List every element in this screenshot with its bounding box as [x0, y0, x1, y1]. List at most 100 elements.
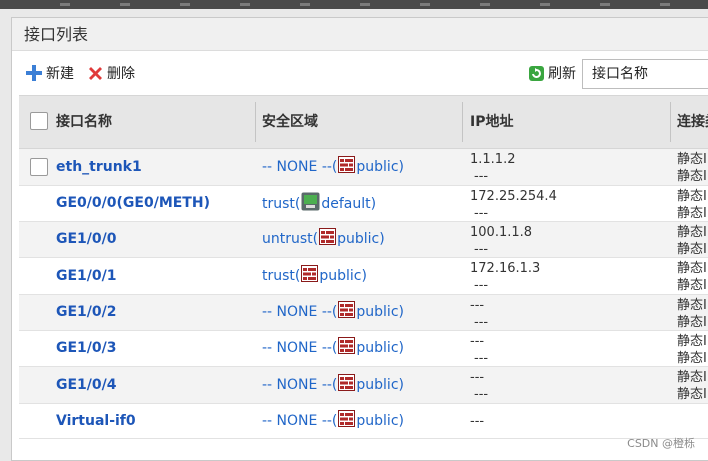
conn-line-2: 静态IP: [677, 169, 708, 184]
ip-address: 172.16.1.3 ---: [470, 260, 540, 294]
zone-name: public): [356, 303, 404, 320]
zone-prefix: -- NONE --(: [262, 303, 338, 320]
interface-list-panel: 接口列表 新建 删除 刷新 接口名称 接口名称 安全区域 IP地址 连接 eth…: [11, 17, 708, 461]
refresh-button[interactable]: 刷新: [528, 63, 576, 83]
zone-prefix: -- NONE --(: [262, 158, 338, 175]
connection-type: 静态IP 静态IP: [677, 260, 708, 294]
zone-name: public): [337, 230, 385, 247]
security-zone[interactable]: -- NONE --( public): [262, 301, 404, 322]
conn-line-2: 静态IP: [677, 278, 708, 293]
watermark: CSDN @橙栎: [627, 437, 695, 450]
table-row[interactable]: GE1/0/0untrust( public)100.1.1.8---静态IP静…: [19, 222, 708, 258]
security-zone[interactable]: -- NONE --( public): [262, 410, 404, 431]
security-zone[interactable]: untrust( public): [262, 228, 385, 249]
zone-prefix: -- NONE --(: [262, 412, 338, 429]
conn-line-1: 静态IP: [677, 225, 708, 240]
header-ip-address[interactable]: IP地址: [470, 96, 513, 148]
security-zone[interactable]: -- NONE --( public): [262, 374, 404, 395]
zone-name: public): [356, 412, 404, 429]
zone-prefix: -- NONE --(: [262, 339, 338, 356]
delete-icon: [89, 66, 102, 80]
zone-name: public): [356, 376, 404, 393]
security-zone[interactable]: trust( public): [262, 265, 367, 286]
interface-name-link[interactable]: GE1/0/3: [56, 340, 117, 356]
ip-line-2: ---: [474, 387, 489, 402]
firewall-icon: [338, 374, 356, 395]
refresh-icon: [529, 65, 544, 81]
network-icon: [301, 192, 320, 215]
table-row[interactable]: GE1/0/4 -- NONE --( public) --- --- 静态IP 静态IP: [19, 367, 708, 404]
search-input[interactable]: 接口名称: [582, 59, 708, 89]
security-zone[interactable]: trust( default): [262, 192, 376, 215]
interface-table: 接口名称 安全区域 IP地址 连接类型 eth_trunk1 -- NONE --…: [19, 95, 708, 439]
security-zone[interactable]: -- NONE --( public): [262, 337, 404, 358]
interface-name-link[interactable]: GE1/0/2: [56, 304, 117, 320]
zone-name: public): [356, 158, 404, 175]
ip-line-2: ---: [474, 351, 489, 366]
table-body: eth_trunk1 -- NONE --( public) 1.1.1.2 --- 静…: [19, 149, 708, 439]
interface-name-link[interactable]: GE1/0/1: [56, 268, 117, 284]
add-icon: [26, 65, 42, 81]
new-label: 新建: [46, 66, 74, 82]
zone-prefix: untrust(: [262, 230, 319, 247]
zone-name: default): [321, 195, 377, 212]
firewall-icon: [319, 228, 337, 249]
conn-line-2: 静态IP: [677, 315, 708, 330]
zone-name: public): [356, 339, 404, 356]
connection-type: 静态IP 静态IP: [677, 297, 708, 331]
zone-prefix: trust(: [262, 195, 301, 212]
interface-name-link[interactable]: eth_trunk1: [56, 159, 142, 175]
header-interface-name[interactable]: 接口名称: [56, 96, 112, 148]
table-row[interactable]: eth_trunk1 -- NONE --( public) 1.1.1.2 --- 静…: [19, 149, 708, 186]
table-row[interactable]: GE1/0/2 -- NONE --( public) --- --- 静态IP 静态IP: [19, 295, 708, 331]
ip-line-1: ---: [470, 334, 485, 349]
ip-line-1: ---: [470, 298, 485, 313]
connection-type: 静态IP 静态IP: [677, 188, 708, 222]
ip-line-1: 100.1.1.8: [470, 225, 533, 240]
table-row[interactable]: GE1/0/3 -- NONE --( public) --- --- 静态IP 静态IP: [19, 331, 708, 367]
ip-address: --- ---: [470, 369, 488, 403]
new-button[interactable]: 新建: [25, 63, 74, 83]
connection-type: 静态IP 静态IP: [677, 333, 708, 367]
ip-line-2: ---: [474, 315, 489, 330]
ip-line-1: ---: [470, 414, 485, 429]
ip-address: 172.25.254.4 ---: [470, 188, 557, 222]
select-all-checkbox[interactable]: [30, 112, 48, 130]
conn-line-1: 静态IP: [677, 370, 708, 385]
conn-line-1: 静态IP: [677, 261, 708, 276]
delete-button[interactable]: 删除: [87, 63, 135, 83]
row-checkbox[interactable]: [30, 158, 48, 176]
table-row[interactable]: Virtual-if0 -- NONE --( public) ---: [19, 404, 708, 439]
panel-title: 接口列表: [12, 18, 708, 51]
table-row[interactable]: GE0/0/0(GE0/METH) trust( default) 172.25.2…: [19, 186, 708, 222]
firewall-icon: [338, 301, 356, 322]
interface-name-link[interactable]: Virtual-if0: [56, 413, 136, 429]
zone-name: public): [319, 267, 367, 284]
header-connection-type[interactable]: 连接类型: [677, 96, 708, 148]
conn-line-1: 静态IP: [677, 334, 708, 349]
interface-name-link[interactable]: GE0/0/0(GE0/METH): [56, 195, 210, 211]
interface-name-link[interactable]: GE1/0/4: [56, 377, 117, 393]
ip-line-1: 1.1.1.2: [470, 152, 516, 167]
table-header: 接口名称 安全区域 IP地址 连接类型: [19, 95, 708, 149]
header-security-zone[interactable]: 安全区域: [262, 96, 318, 148]
table-row[interactable]: GE1/0/1trust( public)172.16.1.3---静态IP静态…: [19, 258, 708, 295]
firewall-icon: [338, 410, 356, 431]
conn-line-1: 静态IP: [677, 152, 708, 167]
firewall-icon: [338, 337, 356, 358]
zone-prefix: trust(: [262, 267, 301, 284]
ip-line-1: 172.16.1.3: [470, 261, 541, 276]
ip-line-2: ---: [474, 242, 489, 257]
ip-line-1: ---: [470, 370, 485, 385]
ip-line-2: ---: [474, 278, 489, 293]
interface-name-link[interactable]: GE1/0/0: [56, 231, 117, 247]
connection-type: 静态IP 静态IP: [677, 369, 708, 403]
ip-address: 1.1.1.2 ---: [470, 151, 515, 185]
zone-prefix: -- NONE --(: [262, 376, 338, 393]
delete-label: 删除: [107, 66, 135, 82]
conn-line-2: 静态IP: [677, 242, 708, 257]
conn-line-2: 静态IP: [677, 206, 708, 221]
connection-type: 静态IP 静态IP: [677, 224, 708, 258]
security-zone[interactable]: -- NONE --( public): [262, 156, 404, 177]
ip-address: --- ---: [470, 333, 488, 367]
